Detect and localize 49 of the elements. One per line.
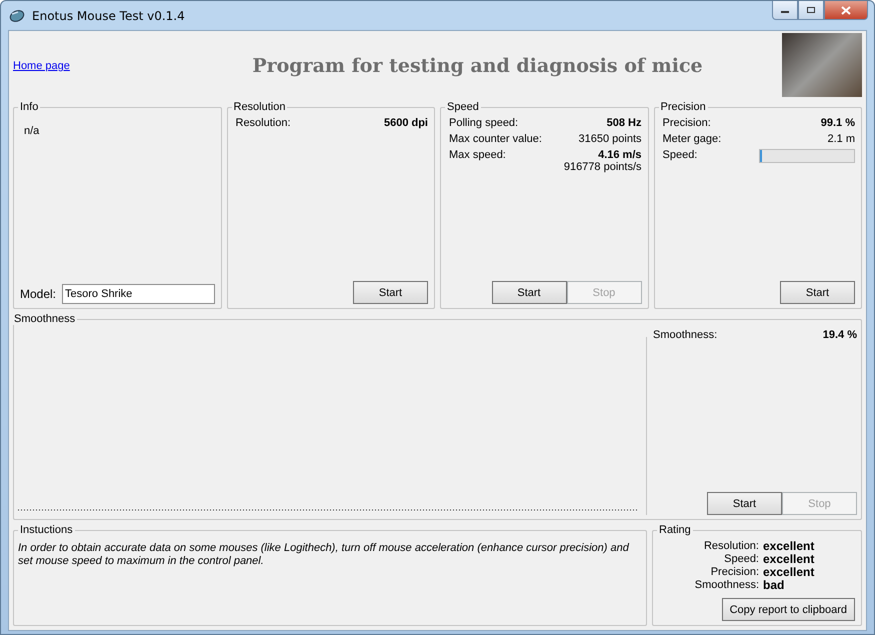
- close-button[interactable]: [824, 1, 868, 20]
- field-label: Resolution:: [236, 117, 291, 129]
- panel-title: Speed: [446, 101, 480, 113]
- field-label: Precision:: [662, 117, 711, 129]
- rating-value: bad: [763, 579, 786, 592]
- panel-title: Smoothness: [13, 313, 76, 325]
- rating-value: excellent: [763, 553, 816, 566]
- field-value: 2.1 m: [827, 133, 855, 145]
- field-label: Polling speed:: [449, 117, 518, 129]
- minimize-button[interactable]: [772, 1, 798, 20]
- model-input-field[interactable]: Tesoro Shrike: [62, 284, 214, 304]
- instructions-text: In order to obtain accurate data on some mouses (like Logithech), turn off mouse acceleration (enhance cursor precision) and set mouse speed to maximum in the control panel.: [18, 542, 630, 568]
- rating-value: excellent: [763, 540, 816, 553]
- info-text: n/a: [24, 125, 40, 139]
- program-title: Program for testing and diagnosis of mice: [251, 55, 704, 77]
- rating-value: excellent: [763, 566, 816, 579]
- rating-label: Speed:: [723, 553, 759, 566]
- field-label: Smoothness:: [653, 329, 718, 341]
- start-button[interactable]: Start: [353, 281, 428, 304]
- mouse-icon: [8, 8, 26, 24]
- start-button[interactable]: Start: [707, 492, 782, 515]
- rating-label: Resolution:: [702, 540, 759, 553]
- field-value: 31650 points: [578, 133, 642, 145]
- field-value: 508 Hz: [606, 117, 642, 129]
- close-icon: [841, 6, 851, 14]
- panel-title: Instuctions: [19, 524, 74, 536]
- field-label: Max speed:: [449, 149, 506, 161]
- copy-report-button[interactable]: Copy report to clipboard: [722, 598, 855, 621]
- panel-title: Info: [19, 101, 40, 113]
- panel-title: Resolution: [232, 101, 286, 113]
- maximize-button[interactable]: [798, 1, 824, 20]
- field-label: Meter gage:: [662, 133, 722, 145]
- field-value: 99.1 %: [820, 117, 855, 129]
- field-value: 4.16 m/s: [598, 149, 642, 161]
- window-title: Enotus Mouse Test v0.1.4: [32, 8, 185, 22]
- start-button[interactable]: Start: [780, 281, 855, 304]
- field-label: Max counter value:: [449, 133, 542, 145]
- field-value: 916778 points/s: [564, 161, 642, 173]
- home-page-link[interactable]: Home page: [13, 60, 173, 72]
- rating-label: Precision:: [710, 566, 759, 579]
- field-value: 19.4 %: [822, 329, 857, 341]
- field-label: Model:: [20, 287, 56, 301]
- rating-label: Smoothness:: [694, 579, 759, 592]
- field-value: 5600 dpi: [384, 117, 428, 129]
- start-button[interactable]: Start: [492, 281, 566, 304]
- panel-title: Rating: [658, 524, 692, 536]
- field-label: Speed:: [662, 149, 698, 161]
- maximize-icon: [806, 6, 816, 14]
- panel-title: Precision: [660, 101, 707, 113]
